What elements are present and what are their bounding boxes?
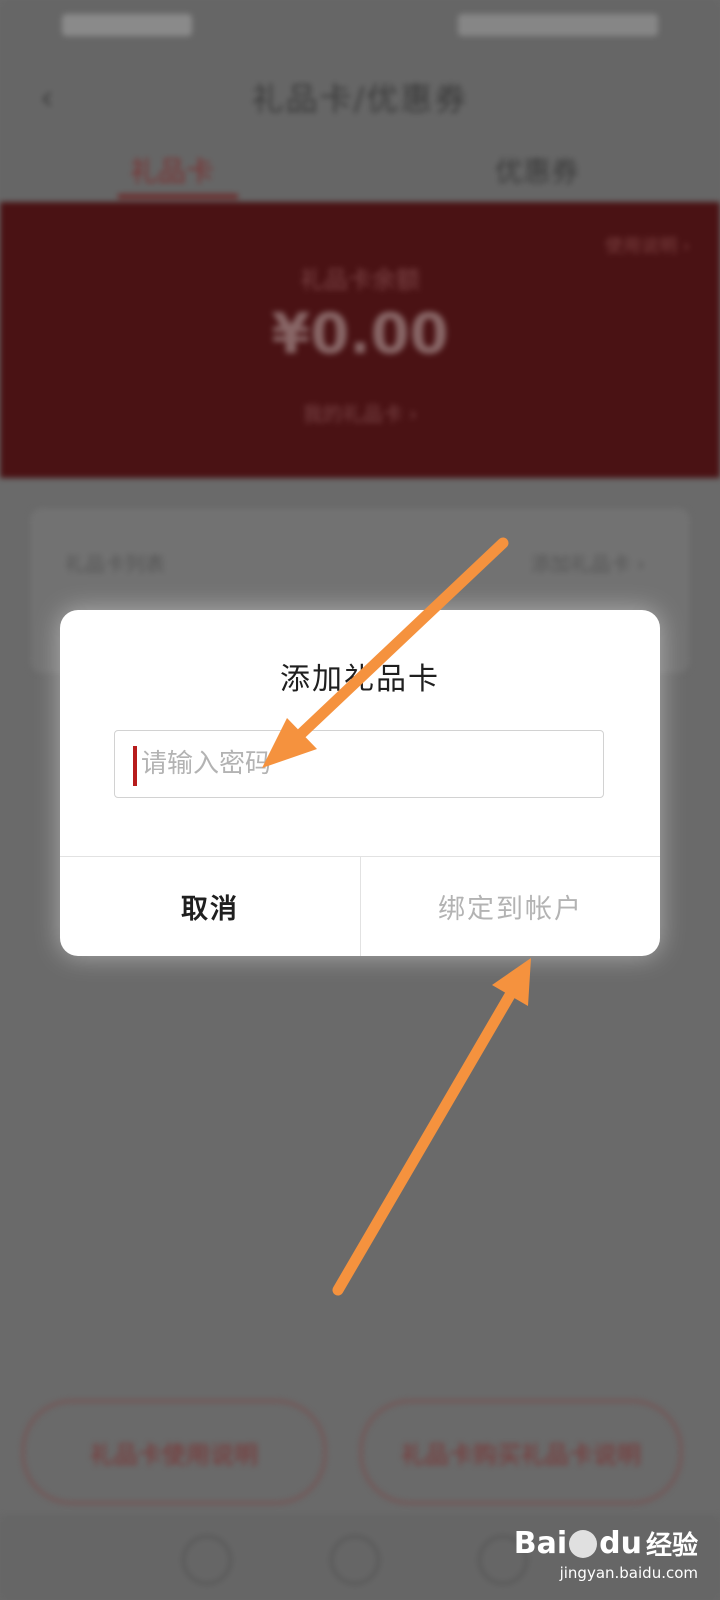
cancel-button[interactable]: 取消 bbox=[60, 857, 360, 956]
nav-home-icon bbox=[330, 1535, 380, 1585]
add-gift-card-dialog: 添加礼品卡 取消 绑定到帐户 bbox=[60, 610, 660, 956]
watermark-product: 经验 bbox=[645, 1531, 698, 1561]
watermark-url: jingyan.baidu.com bbox=[559, 1564, 698, 1582]
tab-coupon: 优惠券 bbox=[495, 155, 580, 188]
tab-gift-card: 礼品卡 bbox=[130, 155, 215, 188]
text-cursor bbox=[133, 746, 137, 786]
baidu-paw-icon bbox=[569, 1529, 598, 1558]
signal-indicators bbox=[62, 14, 192, 36]
status-bar bbox=[0, 0, 720, 50]
banner-link: 使用说明 › bbox=[605, 236, 690, 257]
balance-caption: 礼品卡余额 bbox=[300, 266, 420, 294]
tab-bar: 礼品卡 优惠券 bbox=[0, 140, 720, 202]
card-left-label: 礼品卡列表 bbox=[65, 552, 165, 576]
watermark-brand-suffix: du bbox=[599, 1526, 642, 1561]
balance-amount: ¥0.00 bbox=[271, 302, 449, 367]
card-right-label: 添加礼品卡 › bbox=[530, 552, 645, 576]
balance-banner: 使用说明 › 礼品卡余额 ¥0.00 我的礼品卡 › bbox=[0, 202, 720, 478]
nav-back-icon bbox=[182, 1535, 232, 1585]
bottom-action-right: 礼品卡购买礼品卡说明 bbox=[360, 1400, 682, 1504]
bottom-action-left: 礼品卡使用说明 bbox=[22, 1400, 326, 1504]
tab-active-indicator bbox=[118, 194, 238, 199]
nav-bar: ‹ 礼品卡/优惠券 bbox=[0, 50, 720, 140]
dialog-title: 添加礼品卡 bbox=[280, 662, 440, 697]
bottom-actions: 礼品卡使用说明 礼品卡购买礼品卡说明 bbox=[0, 1400, 720, 1510]
password-input[interactable] bbox=[114, 730, 604, 798]
watermark-brand: Bai bbox=[513, 1526, 568, 1561]
baidu-jingyan-watermark: Bai du 经验 jingyan.baidu.com bbox=[514, 1525, 698, 1582]
banner-sub-link: 我的礼品卡 › bbox=[302, 402, 418, 426]
bind-to-account-button[interactable]: 绑定到帐户 bbox=[360, 857, 660, 956]
page-title: 礼品卡/优惠券 bbox=[251, 80, 469, 118]
battery-time-indicators bbox=[458, 14, 658, 36]
